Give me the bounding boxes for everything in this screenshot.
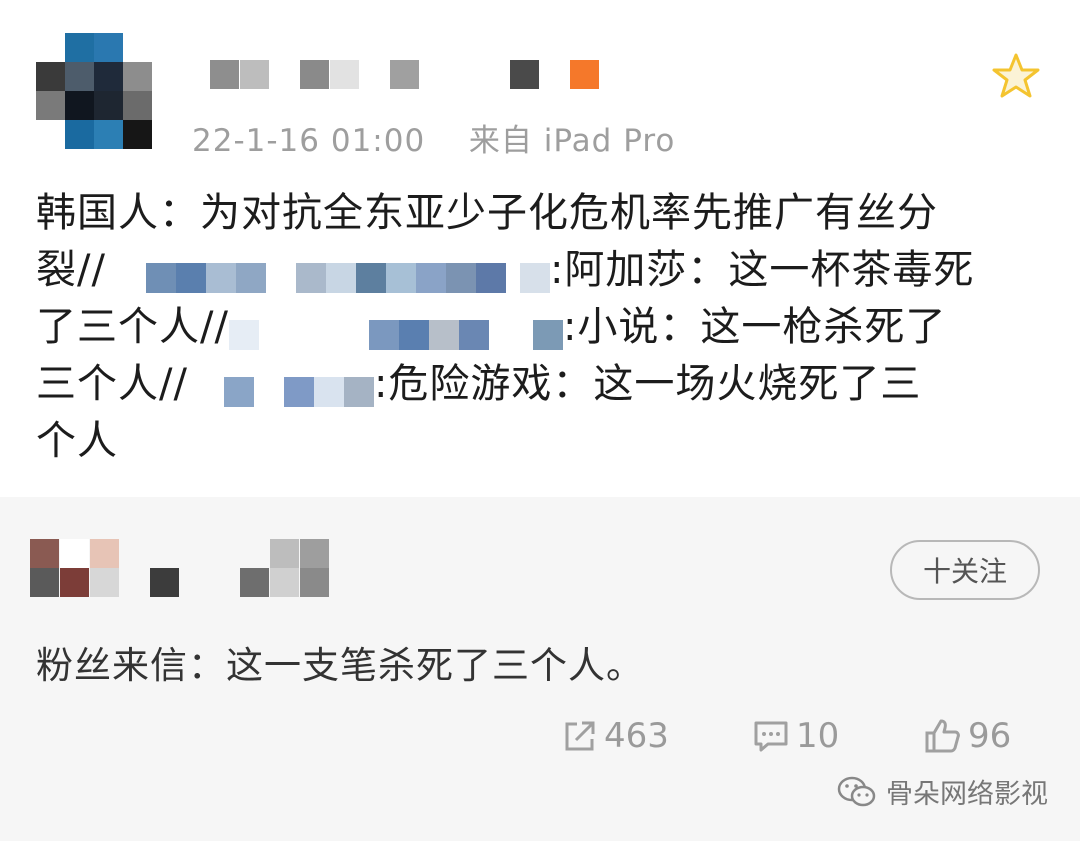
share-icon [565,721,595,751]
share-action[interactable]: 463 [562,712,669,760]
post-line: 裂// [36,247,106,293]
post-line: :危险游戏：这一场火烧死了三 [373,361,922,407]
username-blurred[interactable] [210,60,600,89]
avatar[interactable] [36,33,152,149]
comment-count: 10 [796,716,840,756]
watermark-text: 骨朵网络影视 [886,779,1048,810]
post-line: 了三个人// [36,304,229,350]
share-count: 463 [604,716,669,756]
like-action[interactable]: 96 [924,712,1011,760]
post-line: 三个人// [36,361,188,407]
original-post: 22-1-16 01:00 来自 iPad Pro 韩国人：为对抗全东亚少子化危… [0,0,1080,497]
post-meta: 22-1-16 01:00 来自 iPad Pro [192,115,675,160]
repost-text: 粉丝来信：这一支笔杀死了三个人。 [36,644,644,687]
repost-avatar[interactable] [30,539,120,597]
post-line: :小说：这一枪杀死了 [562,304,947,350]
mention-blurred[interactable] [223,366,374,407]
mention-blurred[interactable] [228,309,563,350]
post-line: :阿加莎：这一杯茶毒死 [549,247,975,293]
like-count: 96 [968,716,1012,756]
post-line: 个人 [36,418,118,464]
wechat-icon [837,776,876,806]
watermark: 骨朵网络影视 [836,772,1048,811]
like-icon [925,719,960,753]
comment-action[interactable]: 10 [752,712,839,760]
source-device: 来自 iPad Pro [468,123,676,159]
repost-username-blurred[interactable] [150,539,330,597]
star-icon[interactable] [988,52,1044,100]
follow-button[interactable]: 十关注 [890,540,1040,600]
timestamp: 22-1-16 01:00 [192,123,426,159]
mention-blurred[interactable] [145,252,550,293]
comment-icon [754,721,788,752]
post-line: 韩国人：为对抗全东亚少子化危机率先推广有丝分 [36,190,938,236]
